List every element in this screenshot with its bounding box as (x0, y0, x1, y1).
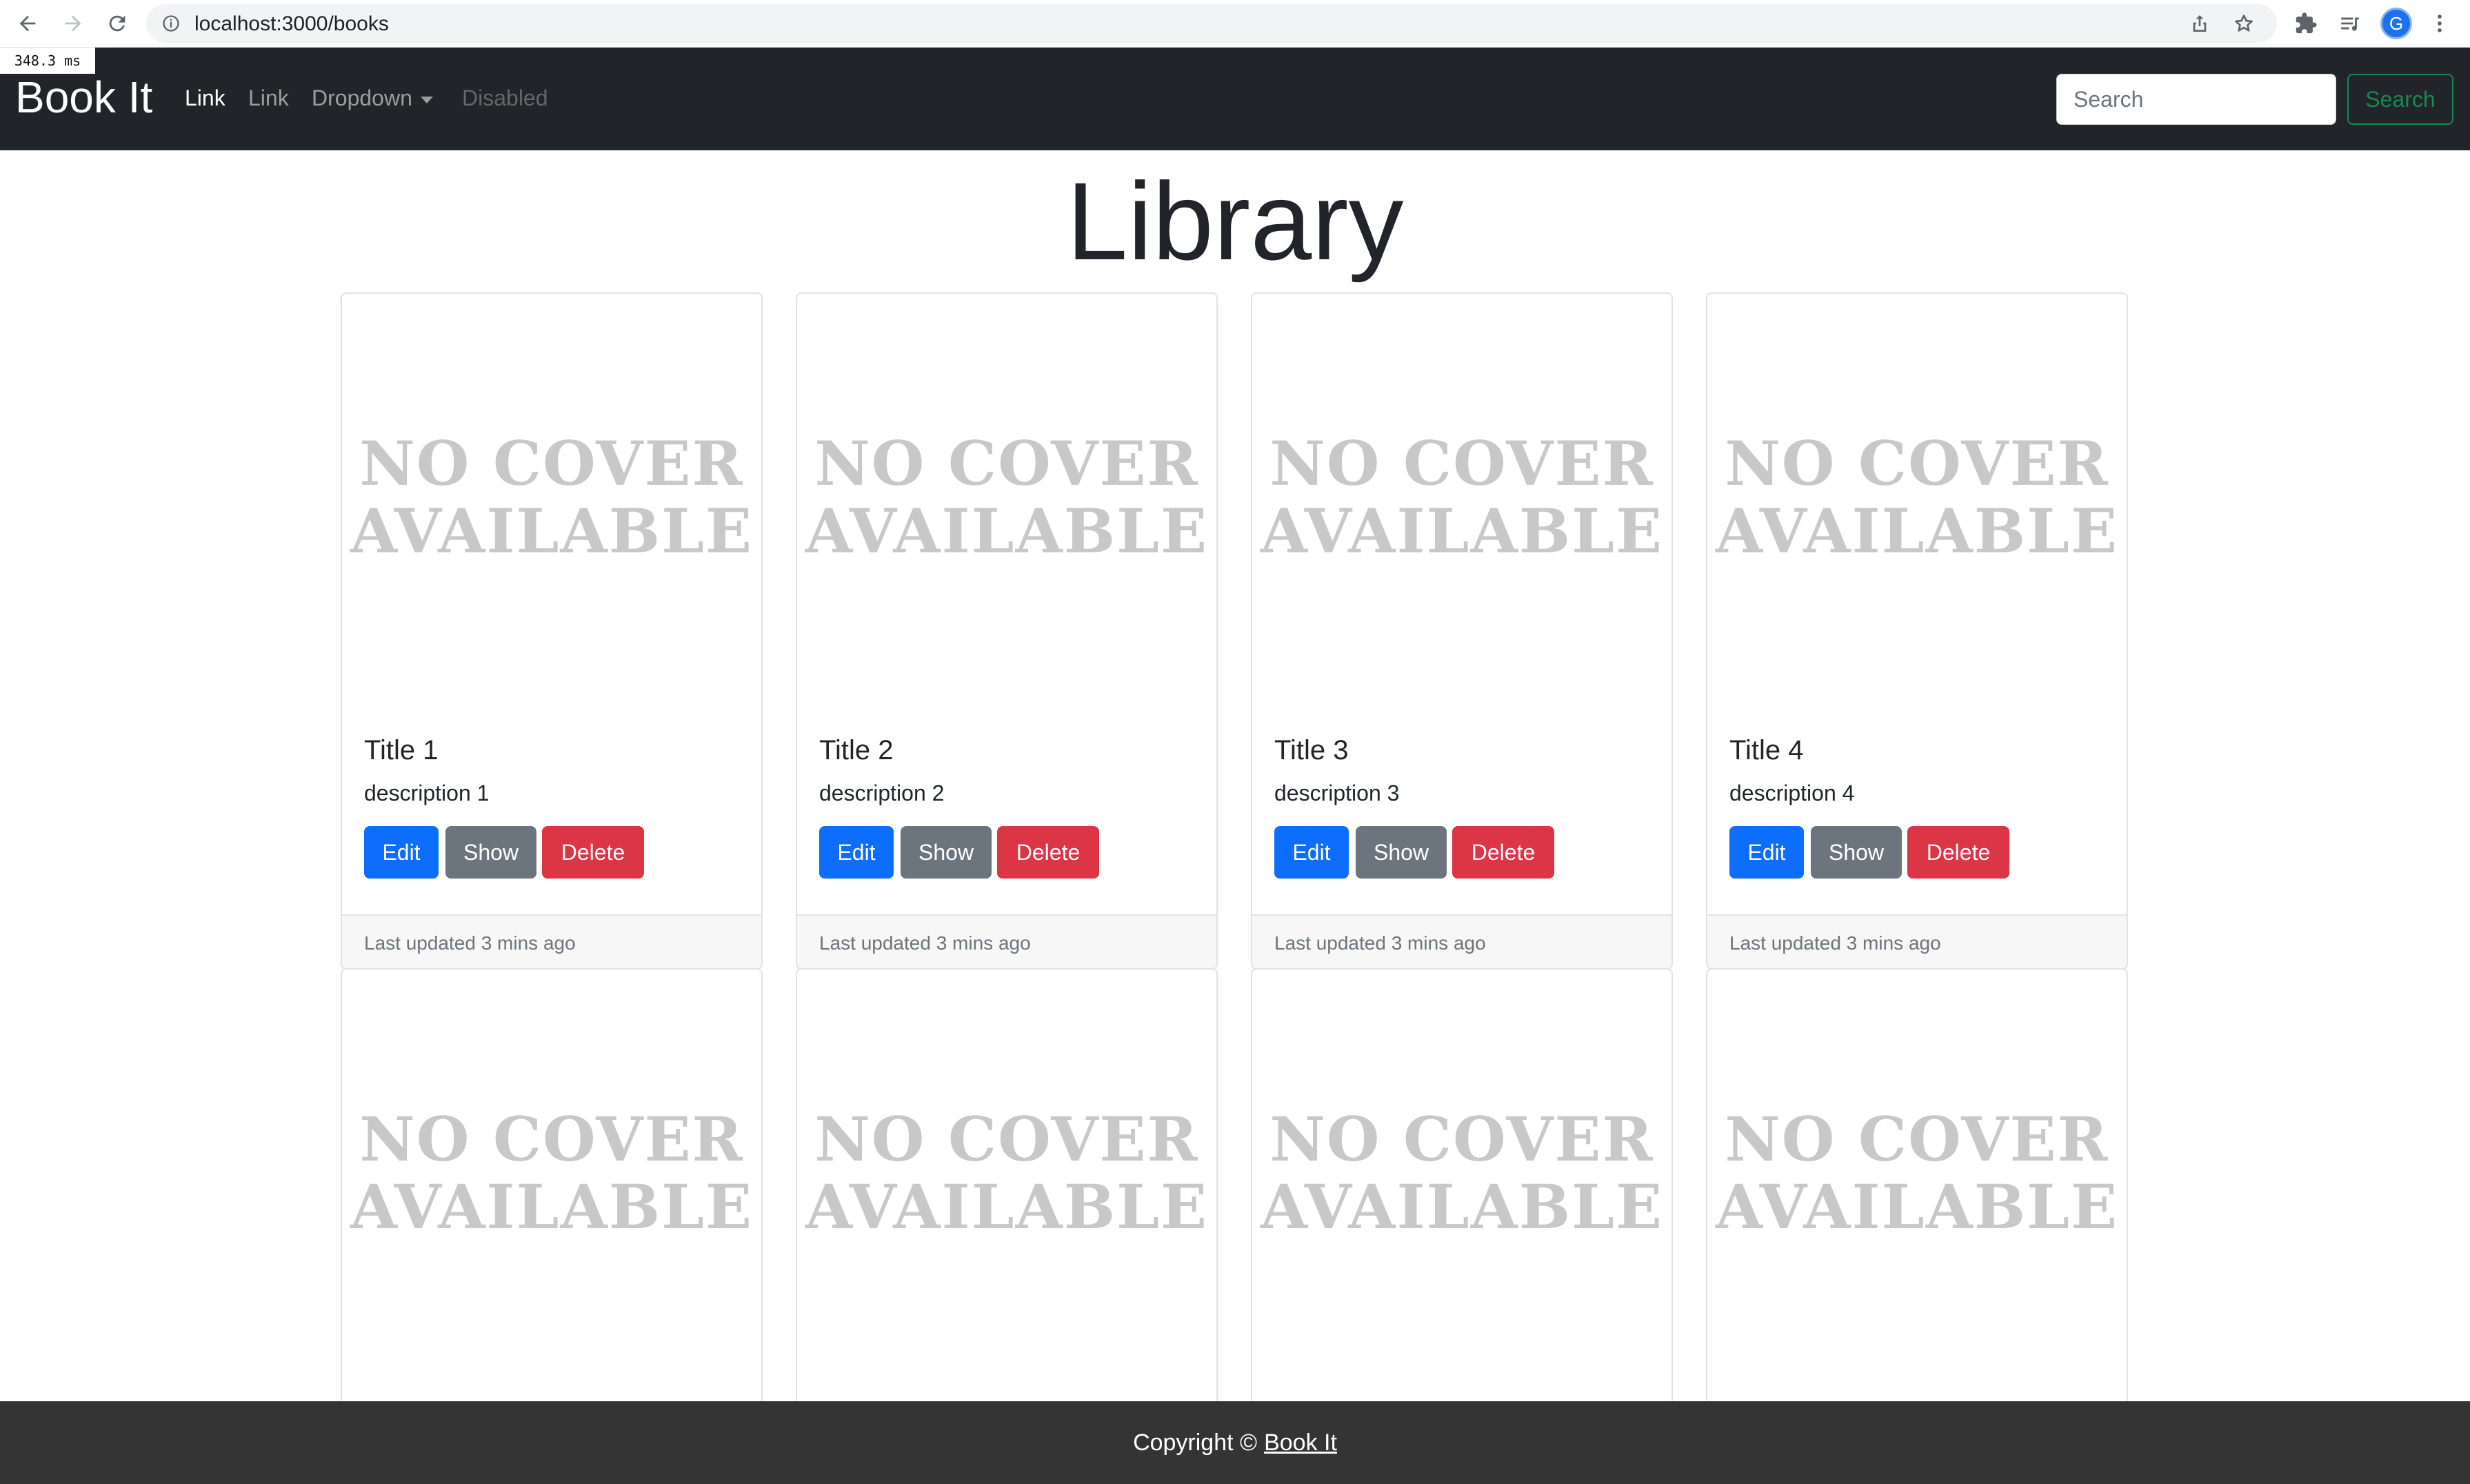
arrow-left-icon (19, 15, 36, 32)
star-icon[interactable] (2233, 12, 2255, 34)
show-button[interactable]: Show (1356, 826, 1447, 879)
book-card: NO COVER AVAILABLE (1251, 968, 1673, 1451)
cover-text-line2: AVAILABLE (1715, 1171, 2119, 1243)
no-cover-image: NO COVER AVAILABLE (342, 294, 761, 701)
caret-down-icon (420, 96, 433, 103)
no-cover-image: NO COVER AVAILABLE (797, 970, 1216, 1376)
search-button[interactable]: Search (2347, 74, 2453, 125)
footer-brand-link[interactable]: Book It (1264, 1430, 1337, 1456)
timing-badge: 348.3 ms (0, 48, 97, 75)
show-button[interactable]: Show (445, 826, 536, 879)
edit-button[interactable]: Edit (364, 826, 439, 879)
cover-text-line2: AVAILABLE (350, 1171, 754, 1243)
cover-text-line1: NO COVER (359, 428, 744, 499)
book-description: description 2 (819, 781, 945, 805)
reading-list-button[interactable] (2336, 10, 2364, 37)
book-description: description 3 (1274, 781, 1400, 805)
book-title: Title 4 (1729, 735, 1804, 765)
cover-text-line2: AVAILABLE (1260, 495, 1664, 567)
reading-list-icon (2341, 17, 2359, 31)
address-bar[interactable]: localhost:3000/books (146, 4, 2277, 43)
book-description: description 4 (1729, 781, 1855, 805)
no-cover-image: NO COVER AVAILABLE (1707, 294, 2127, 701)
back-button[interactable] (11, 7, 44, 40)
card-footer: Last updated 3 mins ago (797, 914, 1216, 968)
book-card: NO COVER AVAILABLE Title 2 description 2 … (796, 292, 1218, 970)
cover-text-line2: AVAILABLE (805, 495, 1209, 567)
delete-button[interactable]: Delete (1452, 826, 1554, 879)
no-cover-image: NO COVER AVAILABLE (797, 294, 1216, 701)
show-button[interactable]: Show (901, 826, 992, 879)
arrow-right-icon (65, 15, 81, 32)
forward-button[interactable] (57, 7, 90, 40)
cover-text-line1: NO COVER (814, 1103, 1199, 1175)
nav-link-1[interactable]: Link (185, 85, 225, 111)
card-footer: Last updated 3 mins ago (342, 914, 761, 968)
delete-button[interactable]: Delete (997, 826, 1099, 879)
cover-text-line1: NO COVER (814, 428, 1199, 499)
puzzle-icon (2296, 12, 2317, 34)
more-vert-icon (2438, 14, 2442, 32)
cover-text-line1: NO COVER (1269, 428, 1654, 499)
cover-text-line1: NO COVER (1269, 1103, 1654, 1175)
profile-avatar[interactable]: G (2380, 8, 2412, 39)
nav-dropdown-label: Dropdown (312, 86, 412, 110)
app-navbar: Book It Link Link Dropdown Disabled Sear… (0, 48, 2470, 150)
edit-button[interactable]: Edit (1729, 826, 1804, 879)
book-card: NO COVER AVAILABLE (341, 968, 763, 1451)
card-footer: Last updated 3 mins ago (1707, 914, 2127, 968)
copyright-text: Copyright © (1133, 1429, 1258, 1456)
cover-text-line1: NO COVER (1725, 428, 2109, 499)
navbar-brand[interactable]: Book It (15, 71, 152, 123)
cover-text-line2: AVAILABLE (1260, 1171, 1664, 1243)
no-cover-image: NO COVER AVAILABLE (1252, 970, 1671, 1376)
reload-icon (109, 15, 125, 32)
page-title: Library (1066, 159, 1404, 283)
cover-text-line2: AVAILABLE (805, 1171, 1209, 1243)
extensions-button[interactable] (2292, 10, 2320, 37)
site-footer: Copyright © Book It (0, 1401, 2470, 1484)
edit-button[interactable]: Edit (819, 826, 894, 879)
cover-text-line2: AVAILABLE (1715, 495, 2119, 567)
book-card: NO COVER AVAILABLE (1706, 968, 2128, 1451)
book-card: NO COVER AVAILABLE Title 3 description 3 … (1251, 292, 1673, 970)
book-title: Title 1 (364, 735, 439, 765)
no-cover-image: NO COVER AVAILABLE (1707, 970, 2127, 1376)
book-title: Title 2 (819, 735, 894, 765)
no-cover-image: NO COVER AVAILABLE (1252, 294, 1671, 701)
browser-menu-button[interactable] (2426, 10, 2453, 37)
show-button[interactable]: Show (1811, 826, 1902, 879)
book-card: NO COVER AVAILABLE Title 1 description 1 … (341, 292, 763, 970)
nav-link-2[interactable]: Link (248, 85, 289, 111)
book-description: description 1 (364, 781, 490, 805)
reload-button[interactable] (101, 7, 134, 40)
cover-text-line2: AVAILABLE (350, 495, 754, 567)
book-card: NO COVER AVAILABLE Title 4 description 4 … (1706, 292, 2128, 970)
delete-button[interactable]: Delete (1907, 826, 2009, 879)
nav-link-disabled: Disabled (462, 86, 548, 110)
cover-text-line1: NO COVER (359, 1103, 744, 1175)
browser-toolbar: localhost:3000/books G (0, 0, 2470, 48)
url-text[interactable]: localhost:3000/books (194, 12, 389, 36)
search-input[interactable] (2056, 74, 2336, 125)
book-title: Title 3 (1274, 735, 1349, 765)
no-cover-image: NO COVER AVAILABLE (342, 970, 761, 1376)
card-footer: Last updated 3 mins ago (1252, 914, 1671, 968)
edit-button[interactable]: Edit (1274, 826, 1349, 879)
share-icon[interactable] (2189, 12, 2211, 34)
delete-button[interactable]: Delete (542, 826, 644, 879)
cover-text-line1: NO COVER (1725, 1103, 2109, 1175)
book-card: NO COVER AVAILABLE (796, 968, 1218, 1451)
nav-dropdown[interactable]: Dropdown (312, 85, 433, 111)
info-icon[interactable] (161, 14, 181, 33)
